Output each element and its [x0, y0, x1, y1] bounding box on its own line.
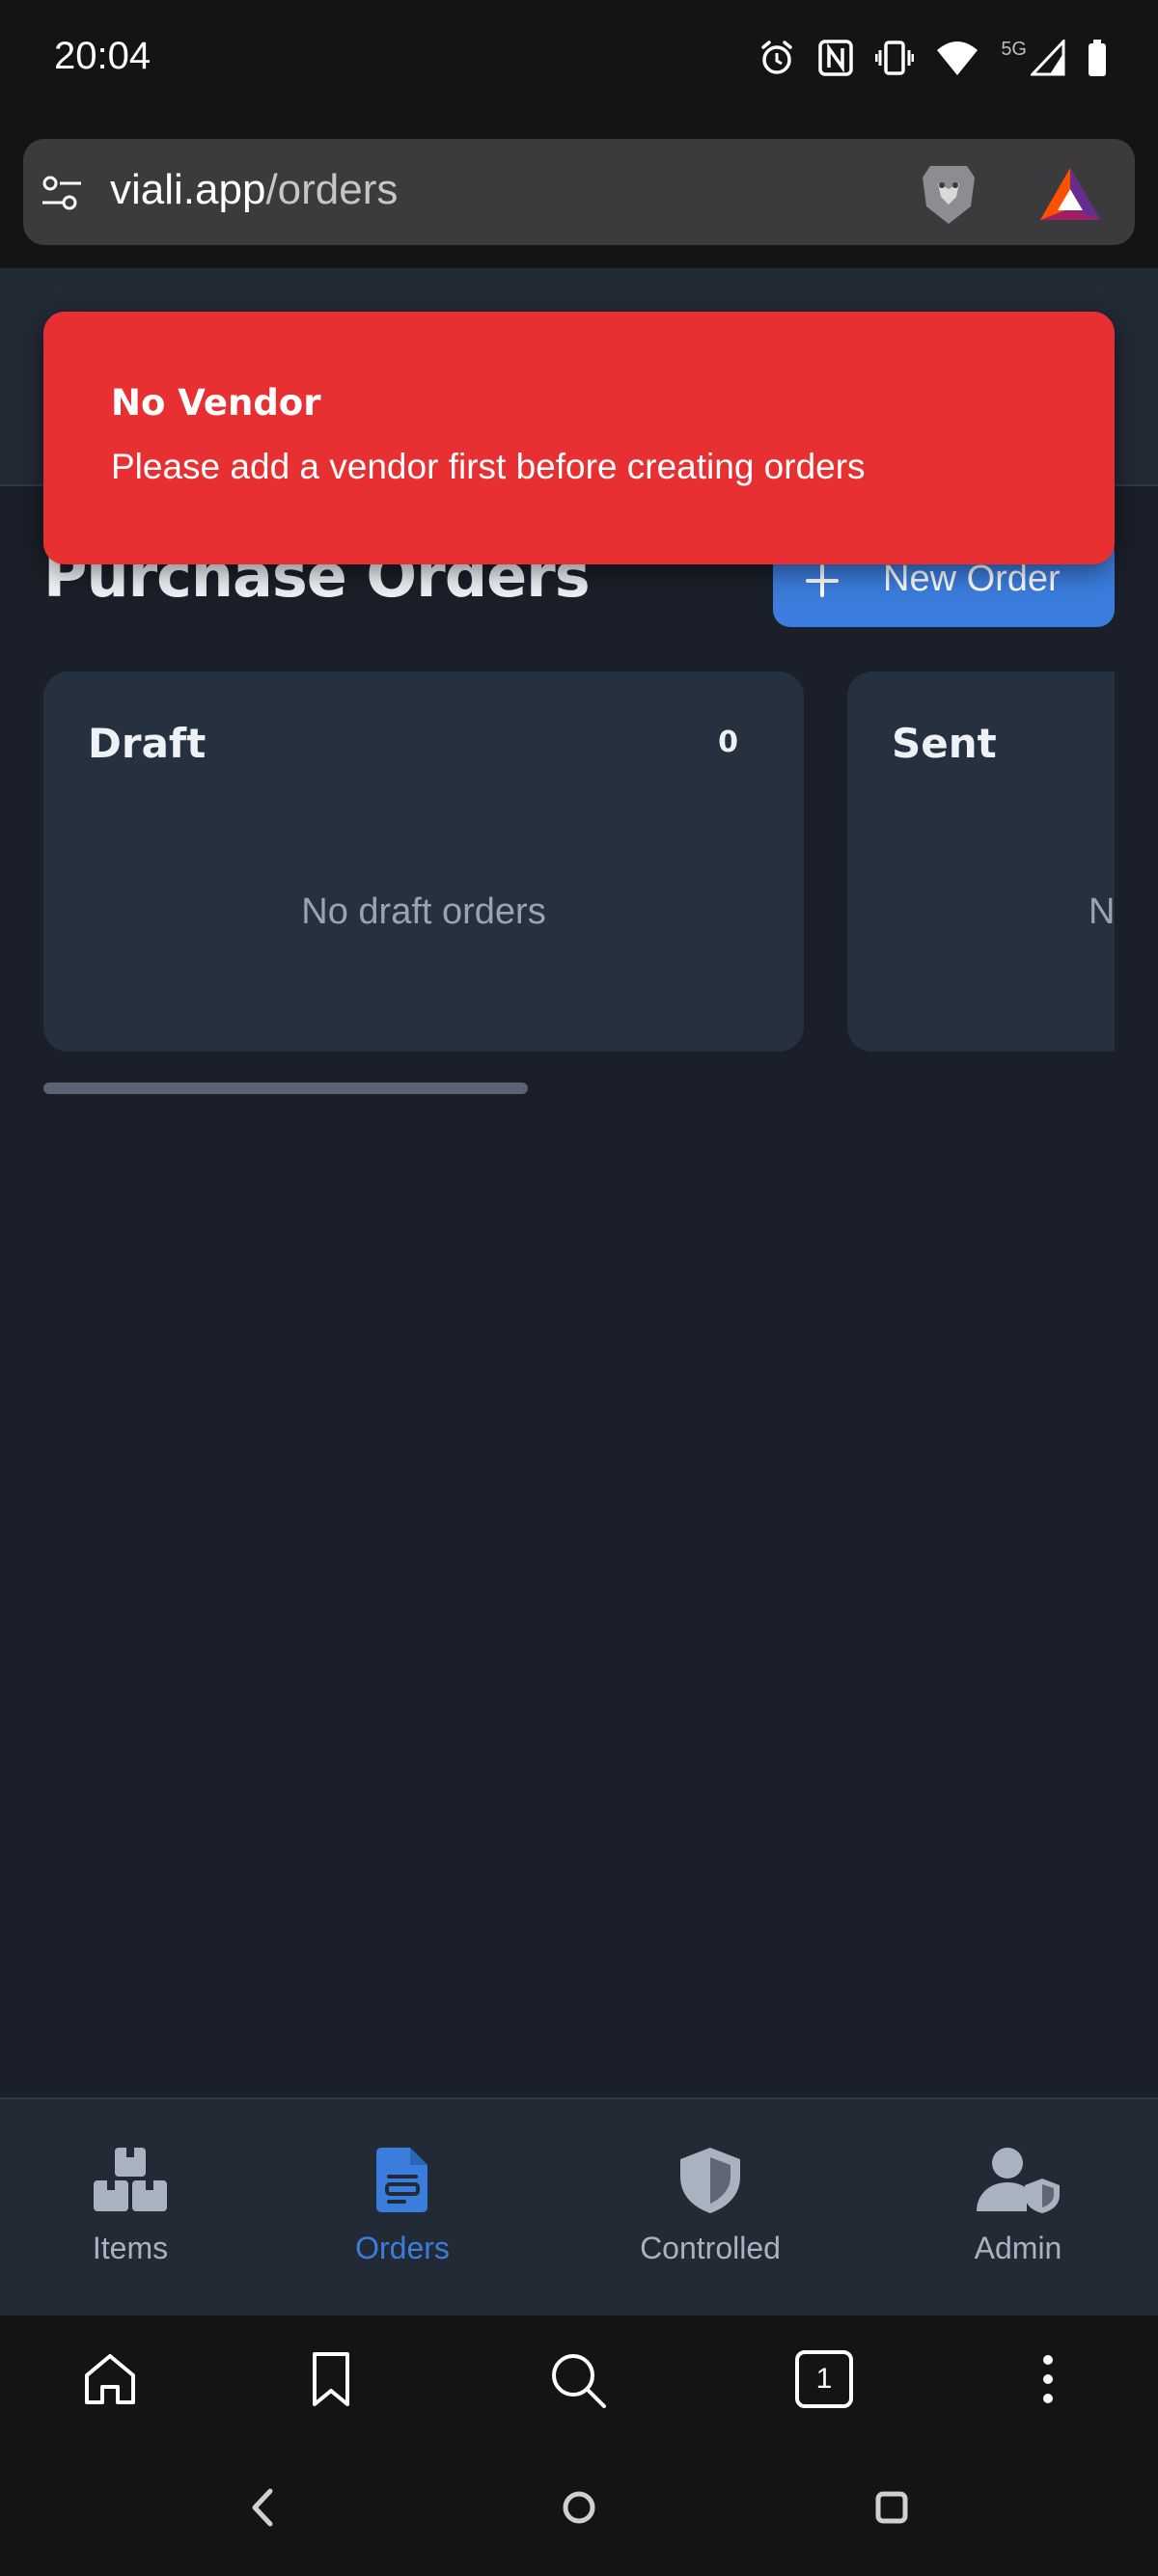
system-nav-bar	[0, 2447, 1158, 2576]
column-empty-text: N	[1089, 891, 1115, 932]
nfc-icon	[818, 40, 854, 76]
battery-icon	[1089, 40, 1106, 76]
alarm-icon	[761, 41, 793, 74]
file-text-icon	[376, 2148, 427, 2212]
nav-item-admin[interactable]: Admin	[946, 2099, 1090, 2317]
site-settings-icon[interactable]	[39, 170, 85, 216]
recents-icon[interactable]	[872, 2483, 911, 2532]
bookmark-icon[interactable]	[307, 2350, 355, 2408]
wifi-icon	[937, 41, 979, 75]
nav-label: Orders	[355, 2231, 450, 2265]
tabs-icon[interactable]: 1	[795, 2350, 853, 2408]
new-order-label: New Order	[883, 559, 1061, 599]
home-icon[interactable]	[81, 2350, 139, 2408]
plus-icon	[806, 564, 839, 597]
nav-item-controlled[interactable]: Controlled	[614, 2099, 807, 2317]
status-time: 20:04	[54, 35, 152, 77]
status-icons: 5G	[758, 35, 1108, 81]
error-toast[interactable]: No Vendor Please add a vendor first befo…	[43, 312, 1115, 564]
tab-count: 1	[815, 2363, 833, 2395]
nav-label: Items	[92, 2231, 169, 2265]
nav-label: Controlled	[640, 2231, 781, 2265]
toast-title: No Vendor	[111, 382, 321, 424]
column-title: Sent	[892, 720, 997, 767]
nav-item-orders[interactable]: Orders	[330, 2099, 475, 2317]
network-label: 5G	[1001, 38, 1027, 60]
url-text[interactable]: viali.app/orders	[110, 166, 398, 214]
brave-shields-icon[interactable]	[917, 160, 980, 228]
more-icon[interactable]	[1033, 2350, 1063, 2408]
browser-toolbar: 1	[0, 2316, 1158, 2447]
url-domain: viali.app	[110, 166, 266, 213]
signal-icon	[1031, 40, 1065, 76]
column-draft: Draft 0 No draft orders	[43, 671, 804, 1052]
search-icon[interactable]	[548, 2350, 608, 2410]
user-shield-icon	[977, 2148, 1060, 2213]
orders-board[interactable]: Draft 0 No draft orders Sent N	[43, 671, 1115, 1052]
column-count: 0	[718, 726, 738, 759]
nav-label: Admin	[974, 2231, 1062, 2265]
home-button-icon[interactable]	[560, 2483, 598, 2532]
url-path: /orders	[265, 166, 399, 213]
nav-item-items[interactable]: Items	[58, 2099, 203, 2317]
column-sent: Sent N	[847, 671, 1115, 1052]
column-empty-text: No draft orders	[301, 891, 546, 932]
app-bottom-nav: Items Orders Controlled Admin	[0, 2097, 1158, 2316]
back-icon[interactable]	[247, 2483, 276, 2532]
address-bar[interactable]: viali.app/orders	[23, 139, 1135, 245]
board-scrollbar[interactable]	[43, 1082, 528, 1094]
browser-url-area: viali.app/orders	[0, 116, 1158, 268]
toast-message: Please add a vendor first before creatin…	[111, 447, 866, 486]
column-title: Draft	[88, 720, 207, 767]
status-bar: 20:04 5G	[0, 0, 1158, 116]
shield-icon	[680, 2148, 740, 2213]
brave-rewards-icon[interactable]	[1038, 166, 1102, 222]
vibrate-icon	[875, 41, 915, 75]
boxes-icon	[94, 2148, 167, 2211]
